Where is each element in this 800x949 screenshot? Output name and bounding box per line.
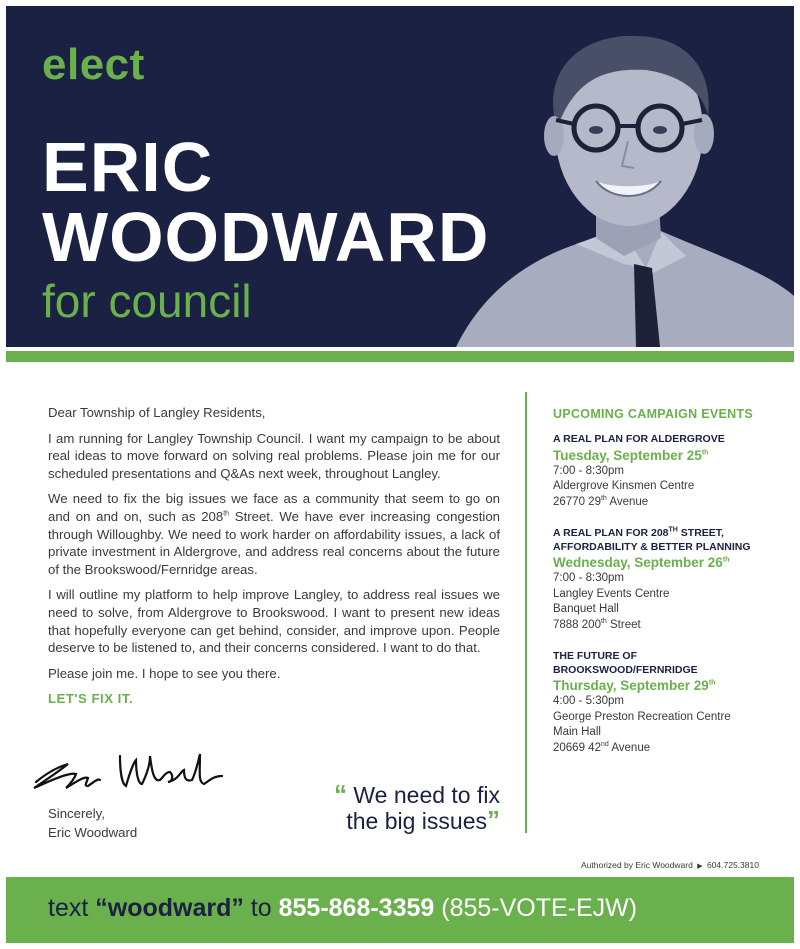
quote-line-2: the big issues” bbox=[346, 805, 500, 835]
lets-fix-it: LET'S FIX IT. bbox=[48, 691, 134, 707]
event-address: 7888 200th Street bbox=[553, 617, 641, 631]
closing-block: Sincerely, Eric Woodward bbox=[48, 804, 137, 842]
event-date: Tuesday, September 25th bbox=[553, 447, 709, 463]
letter-paragraph-1: I am running for Langley Township Counci… bbox=[48, 430, 500, 481]
close-quote-mark: ” bbox=[487, 805, 500, 835]
letter-paragraph-3: I will outline my platform to help impro… bbox=[48, 587, 500, 656]
letter-body: Dear Township of Langley Residents, I am… bbox=[48, 404, 500, 716]
candidate-first-name: ERIC bbox=[42, 128, 214, 206]
footer-text: text “woodward” to 855-868-3359 (855-VOT… bbox=[48, 894, 638, 922]
footer-phone[interactable]: 855-868-3359 bbox=[279, 894, 435, 922]
triangle-right-icon: ▶ bbox=[697, 863, 703, 870]
event-heading-line-2: AFFORDABILITY & BETTER PLANNING bbox=[553, 540, 751, 553]
event-heading: THE FUTURE OF bbox=[553, 650, 637, 662]
event-address: 20669 42nd Avenue bbox=[553, 740, 651, 754]
event-time: 7:00 - 8:30pm bbox=[553, 464, 624, 477]
event-date: Wednesday, September 26th bbox=[553, 555, 730, 570]
event-venue: Langley Events Centre bbox=[553, 587, 670, 600]
footer-bar: text “woodward” to 855-868-3359 (855-VOT… bbox=[6, 877, 794, 943]
authorization-line: Authorized by Eric Woodward ▶ 604.725.38… bbox=[581, 860, 759, 870]
event-room: Banquet Hall bbox=[553, 603, 619, 615]
candidate-last-name: WOODWARD bbox=[42, 198, 490, 276]
event-heading: A REAL PLAN FOR 208TH STREET, bbox=[553, 526, 724, 540]
event-item: THE FUTURE OF BROOKSWOOD/FERNRIDGE Thurs… bbox=[553, 650, 793, 756]
hero-banner: elect ERIC WOODWARD for council bbox=[6, 6, 794, 347]
footer-alt-phone: (855-VOTE-EJW) bbox=[434, 894, 638, 922]
event-room: Main Hall bbox=[553, 726, 601, 738]
closing-name: Eric Woodward bbox=[48, 825, 138, 840]
candidate-name: ERIC WOODWARD bbox=[42, 132, 489, 272]
footer-keyword: “woodward” bbox=[95, 894, 244, 922]
event-address: 26770 29th Avenue bbox=[553, 494, 649, 508]
candidate-photo bbox=[456, 35, 794, 347]
pull-quote: “ We need to fix the big issues” bbox=[270, 779, 500, 835]
column-divider bbox=[525, 392, 527, 833]
event-time: 4:00 - 5:30pm bbox=[553, 695, 624, 707]
closing-sincerely: Sincerely, bbox=[48, 806, 105, 821]
for-council-heading: for council bbox=[42, 275, 252, 327]
signature-image bbox=[33, 753, 224, 790]
event-heading: A REAL PLAN FOR ALDERGROVE bbox=[553, 433, 725, 445]
event-heading-line-2: BROOKSWOOD/FERNRIDGE bbox=[553, 663, 698, 676]
quote-line-1: “ We need to fix bbox=[334, 779, 500, 809]
letter-greeting: Dear Township of Langley Residents, bbox=[48, 405, 266, 420]
event-date: Thursday, September 29th bbox=[553, 678, 716, 693]
authorized-phone: 604.725.3810 bbox=[706, 860, 759, 870]
event-time: 7:00 - 8:30pm bbox=[553, 572, 624, 584]
events-title: UPCOMING CAMPAIGN EVENTS bbox=[553, 407, 754, 421]
event-venue: George Preston Recreation Centre bbox=[553, 710, 731, 723]
divider-bar bbox=[6, 351, 794, 362]
event-item: A REAL PLAN FOR ALDERGROVE Tuesday, Sept… bbox=[553, 433, 793, 510]
letter-paragraph-4: Please join me. I hope to see you there. bbox=[48, 665, 281, 681]
event-item: A REAL PLAN FOR 208TH STREET, AFFORDABIL… bbox=[553, 527, 793, 633]
elect-heading: elect bbox=[42, 40, 145, 89]
authorized-by: Authorized by Eric Woodward bbox=[581, 860, 693, 870]
events-panel: UPCOMING CAMPAIGN EVENTS A REAL PLAN FOR… bbox=[553, 407, 793, 773]
event-venue: Aldergrove Kinsmen Centre bbox=[553, 480, 695, 492]
open-quote-mark: “ bbox=[334, 779, 347, 809]
letter-paragraph-2: We need to fix the big issues we face as… bbox=[48, 491, 500, 577]
